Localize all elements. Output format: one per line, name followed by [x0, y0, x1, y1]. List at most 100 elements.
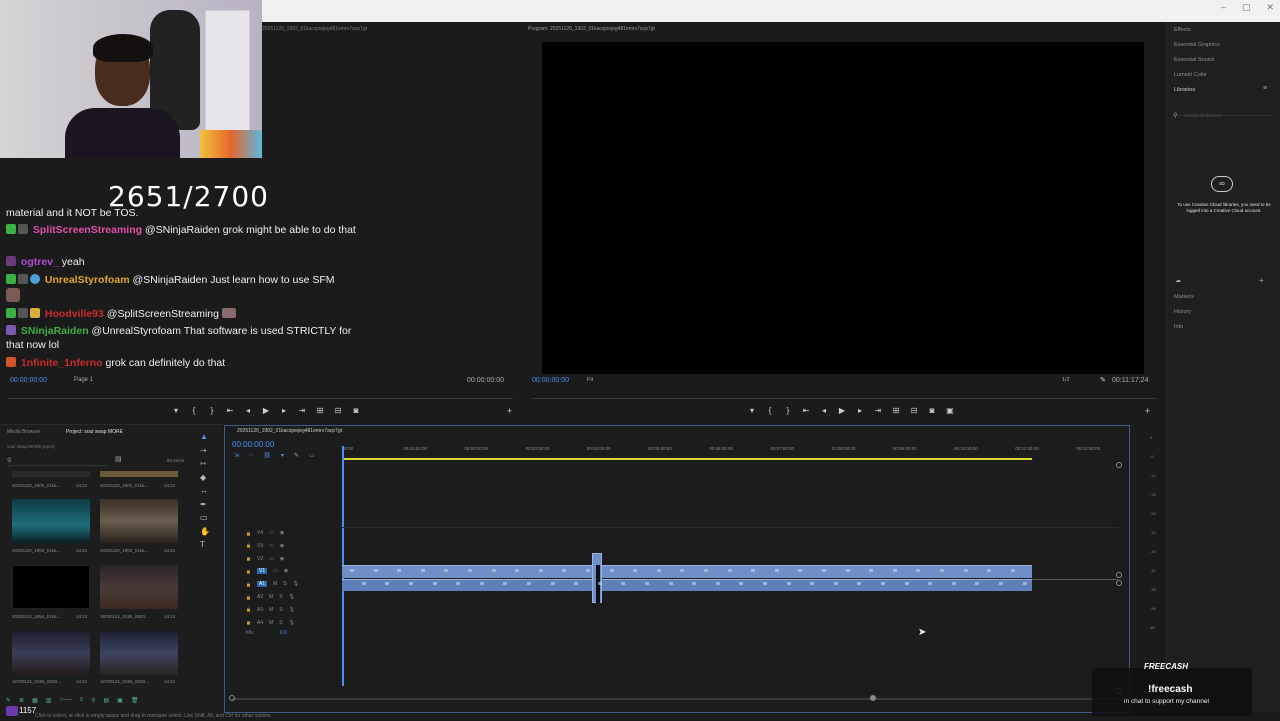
- mic-icon[interactable]: 🎙: [289, 620, 295, 626]
- sync-lock-icon[interactable]: ▭: [273, 568, 278, 574]
- cloud-icon[interactable]: ☁: [1175, 277, 1181, 284]
- timeline-timecode[interactable]: 00:00:00:00: [232, 440, 274, 449]
- panel-item-effects[interactable]: Effects: [1174, 27, 1191, 33]
- lock-icon[interactable]: 🔒: [246, 582, 251, 587]
- new-bin-icon[interactable]: ▤: [115, 455, 122, 463]
- lock-icon[interactable]: 🔒: [246, 595, 251, 600]
- find-icon[interactable]: ⚲: [91, 697, 95, 704]
- type-tool-icon[interactable]: T: [200, 538, 220, 552]
- chat-username[interactable]: SNinjaRaiden: [21, 325, 89, 337]
- program-timecode[interactable]: 00:00:00:00: [532, 377, 569, 384]
- overwrite-icon[interactable]: ⊟: [334, 407, 342, 415]
- clip-thumbnail[interactable]: [12, 631, 90, 675]
- mic-icon[interactable]: 🎙: [289, 607, 295, 613]
- panel-item-lumetri-color[interactable]: Lumetri Color: [1174, 72, 1207, 78]
- play-icon[interactable]: ▶: [838, 407, 846, 415]
- sync-lock-icon[interactable]: ▭: [269, 556, 274, 562]
- button-editor-icon[interactable]: +: [1145, 406, 1150, 416]
- step-forward-icon[interactable]: ▸: [856, 407, 864, 415]
- step-back-icon[interactable]: ◂: [820, 407, 828, 415]
- panel-item-info[interactable]: Info: [1174, 324, 1183, 330]
- step-back-icon[interactable]: ◂: [244, 407, 252, 415]
- clip-thumbnail[interactable]: [12, 565, 90, 609]
- chat-username[interactable]: SplitScreenStreaming: [33, 224, 142, 236]
- slip-tool-icon[interactable]: ↔: [200, 484, 220, 498]
- mix-value[interactable]: 0.0: [280, 630, 287, 636]
- pen-tool-icon[interactable]: ✒: [200, 498, 220, 512]
- panel-item-markers[interactable]: Markers: [1174, 294, 1194, 300]
- list-view-icon[interactable]: ≣: [19, 697, 24, 704]
- track-header-a4[interactable]: 🔒 A4 M S 🎙: [246, 618, 336, 628]
- track-header-v2[interactable]: 🔒 V2 ▭ ◉: [246, 554, 336, 564]
- wrench-icon[interactable]: ✎: [1100, 376, 1106, 384]
- mute-toggle[interactable]: M: [269, 594, 273, 600]
- panel-item-essential-sound[interactable]: Essential Sound: [1174, 57, 1214, 63]
- vscroll-handle-mid[interactable]: [1116, 572, 1122, 578]
- maximize-icon[interactable]: ▢: [1242, 2, 1251, 13]
- panel-item-history[interactable]: History: [1174, 309, 1191, 315]
- close-icon[interactable]: ✕: [1266, 2, 1274, 13]
- program-scrubber[interactable]: [532, 398, 1157, 399]
- track-label[interactable]: V3: [257, 543, 263, 549]
- lock-icon[interactable]: 🔒: [246, 607, 251, 612]
- extract-icon[interactable]: ⊟: [910, 407, 918, 415]
- selection-tool-icon[interactable]: ▲: [200, 430, 220, 444]
- track-label[interactable]: A2: [257, 594, 263, 600]
- mark-in-icon[interactable]: {: [766, 407, 774, 415]
- go-to-in-icon[interactable]: ⇤: [802, 407, 810, 415]
- go-to-out-icon[interactable]: ⇥: [874, 407, 882, 415]
- add-marker-icon[interactable]: ▾: [748, 407, 756, 415]
- timeline-sequence-tab[interactable]: 20251120_1902_01kacsjoejeg481emrv7acp7gt: [237, 428, 342, 434]
- lift-icon[interactable]: ⊞: [892, 407, 900, 415]
- step-forward-icon[interactable]: ▸: [280, 407, 288, 415]
- chat-username[interactable]: UnrealStyrofoam: [45, 274, 130, 286]
- minimize-icon[interactable]: –: [1221, 2, 1226, 13]
- go-to-out-icon[interactable]: ⇥: [298, 407, 306, 415]
- track-header-a2[interactable]: 🔒 A2 M S 🎙: [246, 592, 336, 602]
- clip-thumbnail[interactable]: [100, 631, 178, 675]
- hand-tool-icon[interactable]: ✋: [200, 525, 220, 539]
- eye-icon[interactable]: ◉: [280, 530, 284, 536]
- track-label[interactable]: A3: [257, 607, 263, 613]
- clip-thumbnail[interactable]: [100, 499, 178, 543]
- clip-thumbnail[interactable]: [12, 499, 90, 543]
- new-bin-icon[interactable]: ▤: [103, 697, 109, 704]
- lock-icon[interactable]: 🔒: [246, 569, 251, 574]
- add-marker-icon[interactable]: ▾: [172, 407, 180, 415]
- track-header-v3[interactable]: 🔒 V3 ▭ ◉: [246, 541, 336, 551]
- solo-toggle[interactable]: S: [283, 581, 286, 587]
- source-scrubber[interactable]: [8, 398, 513, 399]
- ripple-edit-icon[interactable]: ⇿: [200, 457, 220, 471]
- export-frame-icon[interactable]: ◙: [928, 407, 936, 415]
- icon-view-icon[interactable]: ▦: [32, 697, 38, 704]
- chat-username[interactable]: 1nfinite_1nferno: [21, 357, 103, 369]
- razor-icon[interactable]: ◆: [200, 471, 220, 485]
- solo-toggle[interactable]: S: [279, 594, 282, 600]
- button-editor-icon[interactable]: +: [507, 406, 512, 416]
- mix-track-header[interactable]: Mix 0.0: [246, 630, 287, 636]
- lock-icon[interactable]: 🔒: [246, 531, 251, 536]
- linked-selection-icon[interactable]: ⛓: [263, 452, 271, 459]
- work-area-bar[interactable]: [342, 458, 1032, 460]
- add-marker-icon[interactable]: ▾: [281, 452, 284, 459]
- source-page-select[interactable]: Page 1: [74, 377, 93, 383]
- lock-icon[interactable]: 🔒: [246, 543, 251, 548]
- insert-nest-icon[interactable]: ⇲: [234, 452, 239, 459]
- mark-in-icon[interactable]: {: [190, 407, 198, 415]
- timeline-horizontal-scrollbar[interactable]: [232, 698, 1122, 700]
- pencil-icon[interactable]: ✎: [6, 697, 11, 704]
- scroll-handle-right[interactable]: [870, 695, 876, 701]
- scroll-handle-left[interactable]: [229, 695, 235, 701]
- program-monitor-title[interactable]: Program: 20251120_1902_01kacsjoejeg481em…: [528, 26, 655, 32]
- wrench-icon[interactable]: ✎: [294, 452, 299, 459]
- mark-out-icon[interactable]: }: [784, 407, 792, 415]
- fit-select[interactable]: Fit: [587, 377, 593, 383]
- clip-thumbnail-partial[interactable]: [100, 471, 178, 477]
- eye-icon[interactable]: ◉: [280, 543, 284, 549]
- mark-out-icon[interactable]: }: [208, 407, 216, 415]
- snap-icon[interactable]: ∩: [249, 452, 253, 459]
- add-library-icon[interactable]: +: [1259, 276, 1264, 285]
- lock-icon[interactable]: 🔒: [246, 620, 251, 625]
- track-header-a1[interactable]: 🔒 A1 M S 🎙: [246, 579, 336, 589]
- resolution-select[interactable]: 1/2: [1062, 377, 1070, 383]
